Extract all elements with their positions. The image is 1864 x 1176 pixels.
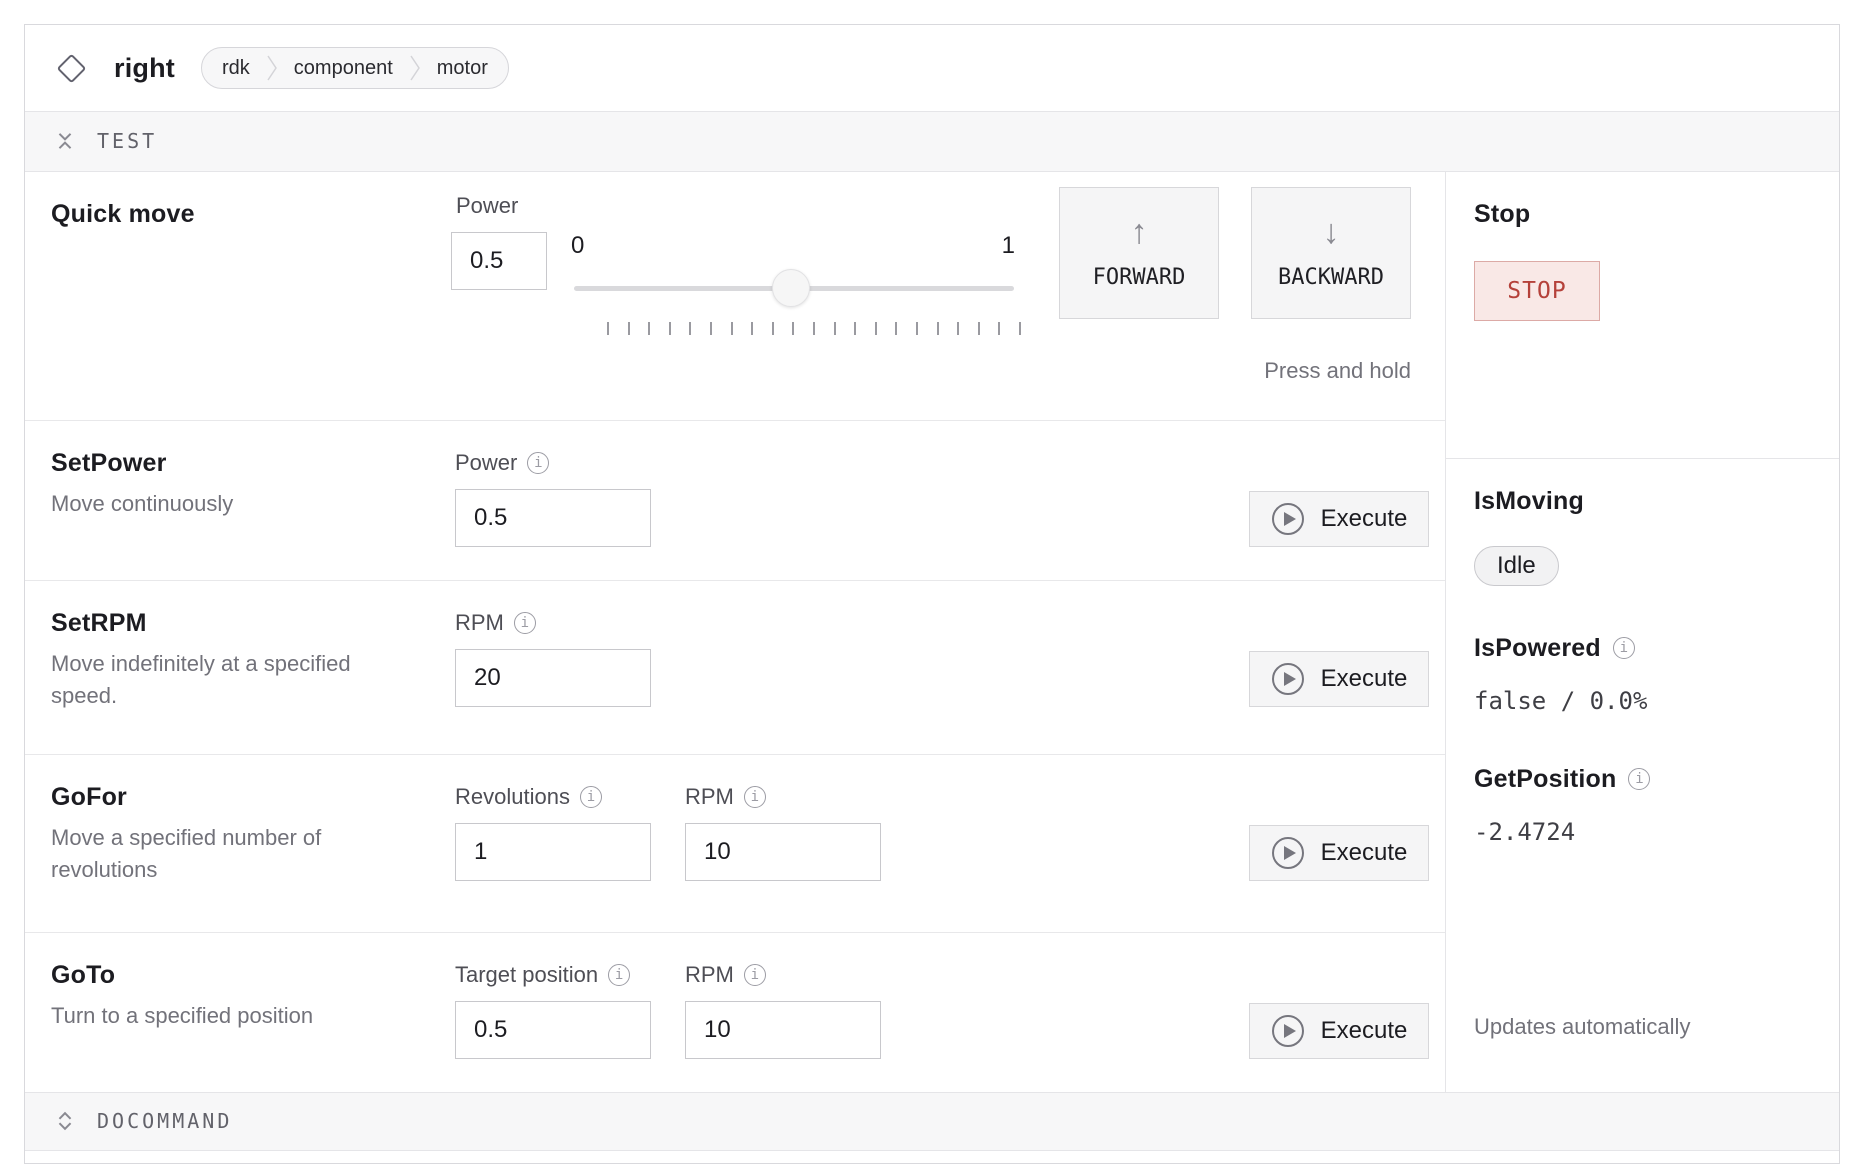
is-powered-heading: IsPowered [1474,634,1601,663]
go-to-subtitle: Turn to a specified position [51,1000,371,1032]
go-for-rpm-input[interactable] [685,823,881,881]
is-moving-status-badge: Idle [1474,546,1559,586]
slider-handle[interactable] [772,269,810,307]
set-power-heading: SetPower [51,449,435,478]
go-for-row: GoFor Move a specified number of revolut… [25,754,1445,932]
go-to-execute-button[interactable]: Execute [1249,1003,1429,1059]
press-and-hold-hint: Press and hold [1264,358,1411,384]
updates-automatically-note: Updates automatically [1474,1014,1811,1040]
execute-label: Execute [1321,665,1408,693]
collapse-icon[interactable] [55,131,75,151]
chevron-right-icon [266,53,278,83]
info-icon[interactable] [514,612,536,634]
go-for-heading: GoFor [51,783,435,812]
go-to-heading: GoTo [51,961,435,990]
info-icon[interactable] [608,964,630,986]
go-for-subtitle: Move a specified number of revolutions [51,822,371,886]
breadcrumb-rdk: rdk [222,57,250,80]
info-icon[interactable] [1613,637,1635,659]
set-power-row: SetPower Move continuously Power Execute [25,420,1445,580]
get-position-value: -2.4724 [1474,818,1811,846]
rpm-field-label: RPM [685,784,734,810]
target-position-field-label: Target position [455,962,598,988]
info-icon[interactable] [1628,768,1650,790]
play-icon [1271,836,1305,870]
is-moving-heading: IsMoving [1474,487,1811,516]
set-rpm-row: SetRPM Move indefinitely at a specified … [25,580,1445,754]
go-for-execute-button[interactable]: Execute [1249,825,1429,881]
play-icon [1271,1014,1305,1048]
stop-button[interactable]: STOP [1474,261,1600,321]
component-name: right [114,53,175,84]
stop-section: Stop STOP [1446,172,1839,459]
execute-label: Execute [1321,505,1408,533]
state-section: IsMoving Idle IsPowered false / 0.0% Get… [1446,459,1839,1092]
expand-icon[interactable] [55,1111,75,1131]
info-icon[interactable] [744,786,766,808]
play-icon [1271,502,1305,536]
set-rpm-subtitle: Move indefinitely at a specified speed. [51,648,371,712]
rpm-field-label: RPM [455,610,504,636]
slider-min-label: 0 [571,232,584,260]
set-power-input[interactable] [455,489,651,547]
rpm-field-label: RPM [685,962,734,988]
quick-move-power-group: Power [451,192,551,290]
set-rpm-heading: SetRPM [51,609,435,638]
revolutions-input[interactable] [455,823,651,881]
test-section-label: TEST [97,129,157,153]
panel-header: right rdk component motor [25,25,1839,112]
target-position-input[interactable] [455,1001,651,1059]
go-to-rpm-input[interactable] [685,1001,881,1059]
quick-move-row: Quick move Power 0 1 FORWARD [25,172,1445,420]
info-icon[interactable] [527,452,549,474]
component-diamond-icon [57,53,87,83]
power-input[interactable] [451,232,547,290]
breadcrumb-motor: motor [437,57,488,80]
quick-move-heading: Quick move [51,200,195,229]
set-rpm-input[interactable] [455,649,651,707]
slider-range-labels: 0 1 [571,232,1015,260]
docommand-section-header[interactable]: DOCOMMAND [25,1092,1839,1151]
revolutions-field-label: Revolutions [455,784,570,810]
chevron-right-icon [409,53,421,83]
slider-ticks [607,322,1021,335]
execute-label: Execute [1321,839,1408,867]
power-label: Power [456,193,518,219]
docommand-section-label: DOCOMMAND [97,1109,232,1133]
info-icon[interactable] [580,786,602,808]
arrow-down-icon [1323,215,1340,249]
motor-panel: right rdk component motor TEST Quick mov… [24,24,1840,1164]
forward-button-label: FORWARD [1093,265,1186,290]
forward-button[interactable]: FORWARD [1059,187,1219,319]
execute-label: Execute [1321,1017,1408,1045]
go-to-row: GoTo Turn to a specified position Target… [25,932,1445,1092]
play-icon [1271,662,1305,696]
is-powered-value: false / 0.0% [1474,687,1811,715]
info-icon[interactable] [744,964,766,986]
set-rpm-execute-button[interactable]: Execute [1249,651,1429,707]
set-power-execute-button[interactable]: Execute [1249,491,1429,547]
test-section-header[interactable]: TEST [25,112,1839,171]
backward-button[interactable]: BACKWARD [1251,187,1411,319]
arrow-up-icon [1131,215,1148,249]
stop-heading: Stop [1474,200,1811,229]
card-bottom-padding [25,1151,1839,1163]
backward-button-label: BACKWARD [1278,265,1384,290]
power-slider[interactable] [574,286,1014,291]
get-position-heading: GetPosition [1474,765,1616,794]
slider-max-label: 1 [1002,232,1015,260]
status-sidebar: Stop STOP IsMoving Idle IsPowered false … [1445,172,1839,1092]
breadcrumb: rdk component motor [201,47,509,89]
power-field-label: Power [455,450,517,476]
breadcrumb-component: component [294,57,393,80]
set-power-subtitle: Move continuously [51,488,371,520]
